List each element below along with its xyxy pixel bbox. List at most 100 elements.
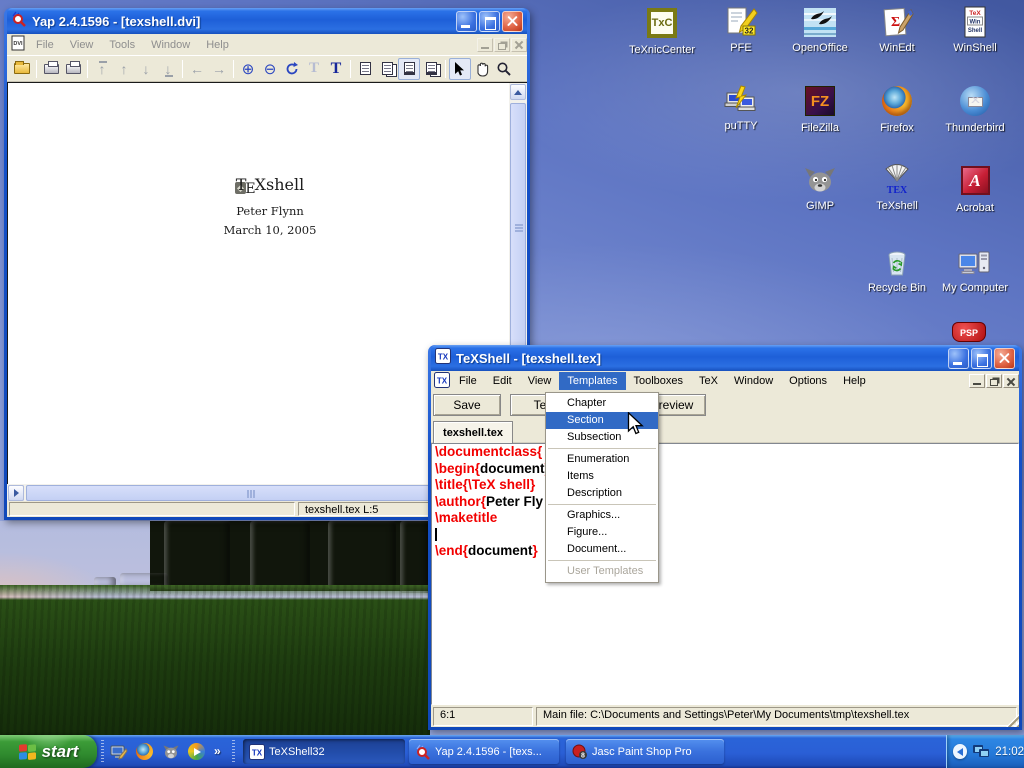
desktop-icon-gimp[interactable]: GIMP [784, 164, 856, 212]
prev-page-icon[interactable]: ↑ [113, 58, 135, 80]
tab-texshell-tex[interactable]: texshell.tex [433, 421, 513, 443]
scroll-up-button[interactable] [510, 84, 526, 100]
texshell-close-button[interactable] [994, 348, 1015, 369]
desktop-icon-acrobat[interactable]: AAcrobat [939, 164, 1011, 214]
yap-menu-view[interactable]: View [62, 36, 102, 54]
save-button[interactable]: Save [433, 394, 501, 416]
yap-close-button[interactable] [502, 11, 523, 32]
taskbar-button-psp[interactable]: 8Jasc Paint Shop Pro [566, 739, 724, 764]
first-page-icon[interactable]: ↑ [91, 58, 113, 80]
quick-launch-media-player-icon[interactable] [188, 743, 206, 761]
text-bold-icon[interactable]: T [325, 58, 347, 80]
desktop-icon-pfe[interactable]: 32PFE [705, 6, 777, 54]
desktop-icon-filezilla[interactable]: FZFileZilla [784, 84, 856, 134]
text-outline-icon[interactable]: T [303, 58, 325, 80]
texshell-minimize-button[interactable] [948, 348, 969, 369]
yap-menu-help[interactable]: Help [198, 36, 237, 54]
view-double-icon[interactable] [376, 58, 398, 80]
select-tool-icon[interactable] [449, 58, 471, 80]
texshell-menu-file[interactable]: File [451, 372, 485, 390]
yap-mdi-minimize[interactable] [477, 38, 493, 52]
yap-menu-window[interactable]: Window [143, 36, 198, 54]
templates-menu-item-enumeration[interactable]: Enumeration [546, 451, 658, 468]
print-icon[interactable] [40, 58, 62, 80]
templates-menu-item-document[interactable]: Document... [546, 541, 658, 558]
taskbar-button-yap[interactable]: Yap 2.4.1596 - [texs... [409, 739, 559, 764]
texshell-editor[interactable]: \documentclass{\begin{document}\title{\T… [431, 443, 1019, 705]
view-page-icon[interactable] [398, 58, 420, 80]
texshell-menu-edit[interactable]: Edit [485, 372, 520, 390]
yap-mdi-restore[interactable] [494, 38, 510, 52]
view-spread-icon[interactable] [420, 58, 442, 80]
yap-maximize-button[interactable] [479, 11, 500, 32]
refresh-icon[interactable] [281, 58, 303, 80]
svg-text:DVI: DVI [13, 41, 23, 47]
templates-menu-item-description[interactable]: Description [546, 485, 658, 502]
forward-icon[interactable]: → [208, 58, 230, 80]
yap-menu-file[interactable]: File [28, 36, 62, 54]
templates-menu-item-graphics[interactable]: Graphics... [546, 507, 658, 524]
tray-collapse-icon[interactable] [953, 744, 967, 759]
desktop-screen: TxCTeXnicCenter32PFEOpenOfficeΣWinEdtTeX… [0, 0, 1024, 768]
quick-launch-gimp-icon[interactable] [162, 743, 180, 761]
scroll-right-button[interactable] [8, 485, 24, 501]
texshell-menu-window[interactable]: Window [726, 372, 781, 390]
view-single-icon[interactable] [354, 58, 376, 80]
texshell-menu-templates[interactable]: Templates [559, 372, 625, 390]
clock[interactable]: 21:02 [995, 746, 1024, 758]
magnifier-icon[interactable] [493, 58, 515, 80]
desktop-icon-winshell[interactable]: TeXWinShellWinShell [939, 6, 1011, 54]
desktop-icon-firefox[interactable]: Firefox [861, 84, 933, 134]
texshell-maximize-button[interactable] [971, 348, 992, 369]
back-icon[interactable]: ← [186, 58, 208, 80]
yap-minimize-button[interactable] [456, 11, 477, 32]
texshell-mdi-restore[interactable] [986, 374, 1002, 388]
desktop-icon-winedt[interactable]: ΣWinEdt [861, 6, 933, 54]
print-all-icon[interactable] [62, 58, 84, 80]
texshell-menu-view[interactable]: View [520, 372, 560, 390]
quick-launch-overflow-chevron[interactable]: » [214, 744, 221, 758]
taskbar-button-texshell[interactable]: TXTeXShell32 [243, 739, 405, 764]
yap-hscroll-thumb[interactable] [26, 485, 478, 501]
desktop-icon-my-computer[interactable]: My Computer [939, 246, 1011, 294]
texshell-mdi-minimize[interactable] [969, 374, 985, 388]
desktop-icon-label: puTTY [705, 120, 777, 132]
texshell-titlebar[interactable]: TX TeXShell - [texshell.tex] [431, 345, 1019, 371]
texshell-menu-tex[interactable]: TeX [691, 372, 726, 390]
texshell-mdi-close[interactable] [1003, 374, 1019, 388]
yap-titlebar[interactable]: Yap 2.4.1596 - [texshell.dvi] [7, 8, 527, 34]
quick-launch-firefox-icon[interactable] [136, 743, 154, 761]
templates-menu-item-figure[interactable]: Figure... [546, 524, 658, 541]
network-status-icon[interactable] [973, 745, 988, 758]
next-page-icon[interactable]: ↓ [135, 58, 157, 80]
texshell-menu-toolboxes[interactable]: Toolboxes [626, 372, 692, 390]
yap-menu-tools[interactable]: Tools [101, 36, 143, 54]
templates-menu-item-items[interactable]: Items [546, 468, 658, 485]
texshell-icon: TEX [880, 164, 914, 198]
zoom-in-icon[interactable]: ⊕ [237, 58, 259, 80]
psp-desktop-icon[interactable]: PSP [952, 322, 992, 346]
desktop-icon-texniccenter[interactable]: TxCTeXnicCenter [626, 6, 698, 56]
desktop-icon-openoffice[interactable]: OpenOffice [784, 6, 856, 54]
templates-menu-item-chapter[interactable]: Chapter [546, 395, 658, 412]
texshell-menu-help[interactable]: Help [835, 372, 874, 390]
texshell-menu-options[interactable]: Options [781, 372, 835, 390]
start-button[interactable]: start [0, 735, 97, 768]
taskbar-grip-2[interactable] [232, 740, 235, 763]
yap-mdi-close[interactable] [511, 38, 527, 52]
zoom-out-icon[interactable]: ⊖ [259, 58, 281, 80]
quick-launch-show-desktop-icon[interactable] [110, 743, 128, 761]
desktop-icon-recycle-bin[interactable]: Recycle Bin [861, 246, 933, 294]
taskbar-grip[interactable] [101, 740, 104, 763]
putty-icon [724, 84, 758, 118]
toolbar-separator [233, 60, 234, 78]
hand-tool-icon[interactable] [471, 58, 493, 80]
desktop-icon-label: FileZilla [784, 122, 856, 134]
desktop-icon-putty[interactable]: puTTY [705, 84, 777, 132]
last-page-icon[interactable]: ↓ [157, 58, 179, 80]
yap-vscroll-thumb[interactable] [510, 103, 526, 353]
desktop-icon-thunderbird[interactable]: Thunderbird [939, 84, 1011, 134]
taskbar-button-label: Jasc Paint Shop Pro [592, 746, 692, 758]
open-folder-icon[interactable] [11, 58, 33, 80]
desktop-icon-texshell[interactable]: TEXTeXshell [861, 164, 933, 212]
